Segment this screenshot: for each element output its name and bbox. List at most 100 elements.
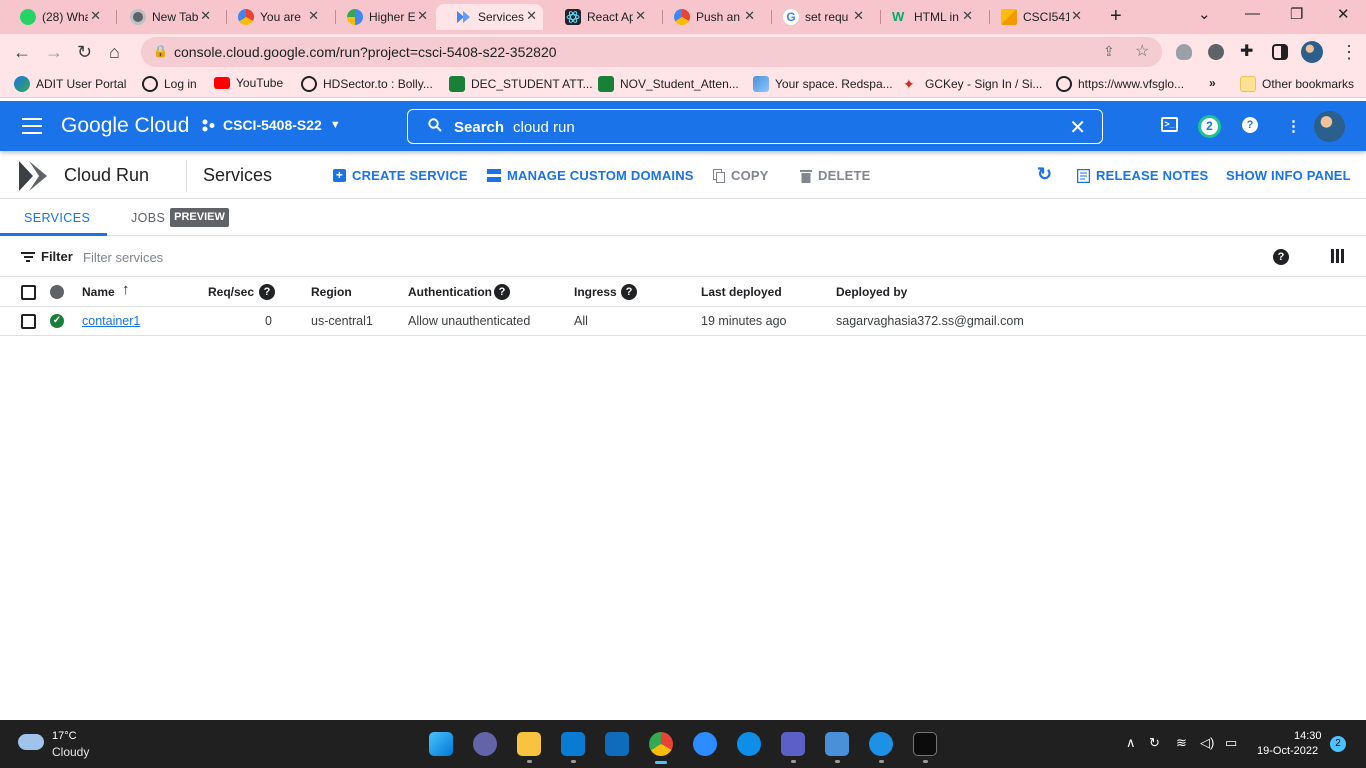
new-tab-icon[interactable]: + [1110,5,1122,28]
clock-date[interactable]: 19-Oct-2022 [1257,745,1318,757]
bookmark-star-icon[interactable]: ☆ [1135,41,1149,61]
close-window-icon[interactable]: ✕ [1337,5,1350,23]
shield-extension-icon[interactable] [1176,44,1192,60]
close-icon[interactable]: ✕ [1071,8,1082,24]
project-picker[interactable]: CSCI-5408-S22 ▼ [202,117,341,133]
battery-icon[interactable]: ▭ [1225,735,1237,751]
close-icon[interactable]: ✕ [200,8,211,24]
browser-tab[interactable]: React Ap ✕ [545,4,652,30]
outlook-icon[interactable] [605,732,629,756]
column-header-ingress[interactable]: Ingress [574,285,617,299]
extension-icon[interactable] [1208,44,1224,60]
browser-tab[interactable]: (28) Wha ✕ [0,4,107,30]
browser-tab[interactable]: New Tab ✕ [110,4,217,30]
wifi-icon[interactable]: ≋ [1176,735,1187,751]
vscode-icon[interactable] [561,732,585,756]
bookmark-item[interactable]: https://www.vfsglo... [1056,76,1184,92]
column-header-authentication[interactable]: Authentication [408,285,492,299]
release-notes-button[interactable]: RELEASE NOTES [1077,168,1208,183]
minimize-icon[interactable]: — [1245,5,1260,22]
teams-chat-icon[interactable] [473,732,497,756]
close-icon[interactable]: ✕ [962,8,973,24]
help-icon[interactable]: ? [259,284,275,300]
row-checkbox[interactable] [21,314,36,329]
chrome-icon[interactable] [649,732,673,764]
console-search[interactable]: Search cloud run ✕ [407,109,1103,144]
browser-tab[interactable]: G set requ ✕ [763,4,870,30]
close-icon[interactable]: ✕ [853,8,864,24]
column-header-req-sec[interactable]: Req/sec [208,285,254,299]
close-icon[interactable]: ✕ [308,8,319,24]
close-icon[interactable]: ✕ [417,8,428,24]
create-service-button[interactable]: + CREATE SERVICE [333,168,468,183]
lock-icon[interactable]: 🔒 [153,44,168,58]
docker-icon[interactable] [869,732,893,756]
google-cloud-logo[interactable]: Google Cloud [61,114,189,138]
user-avatar[interactable] [1314,111,1345,142]
column-header-deployed-by[interactable]: Deployed by [836,285,907,299]
other-bookmarks-folder[interactable]: Other bookmarks [1240,76,1354,92]
share-icon[interactable]: ⇪ [1103,43,1115,60]
bookmark-item[interactable]: ADIT User Portal [14,76,126,92]
bookmark-item[interactable]: Log in [142,76,197,92]
browser-tab[interactable]: Higher E ✕ [327,4,434,30]
notification-count-badge[interactable]: 2 [1330,736,1346,752]
forward-icon[interactable]: → [45,42,63,63]
tab-services[interactable]: SERVICES [24,211,90,225]
weather-condition[interactable]: Cloudy [52,745,89,759]
volume-icon[interactable]: ◁) [1200,735,1214,751]
hamburger-menu-icon[interactable] [22,118,42,134]
cloud-shell-icon[interactable]: >_ [1161,117,1178,132]
help-icon[interactable]: ? [621,284,637,300]
teamviewer-icon[interactable] [737,732,761,756]
profile-avatar[interactable] [1301,41,1323,63]
bookmark-item[interactable]: NOV_Student_Atten... [598,76,739,92]
notifications-badge[interactable]: 2 [1198,115,1221,138]
bookmark-item[interactable]: HDSector.to : Bolly... [301,76,433,92]
bookmark-item[interactable]: ✦ GCKey - Sign In / Si... [903,76,1042,92]
manage-domains-button[interactable]: MANAGE CUSTOM DOMAINS [487,168,694,183]
show-info-panel-button[interactable]: SHOW INFO PANEL [1226,168,1351,183]
browser-menu-icon[interactable]: ⋮ [1340,42,1358,63]
tab-search-icon[interactable]: ⌄ [1198,5,1211,23]
search-query[interactable]: cloud run [513,119,575,136]
browser-tab-active[interactable]: Services ✕ [436,4,543,30]
address-bar[interactable]: 🔒 console.cloud.google.com/run?project=c… [141,37,1162,67]
notepad-icon[interactable] [825,732,849,756]
more-options-icon[interactable]: ⋮ [1286,117,1301,135]
start-menu-icon[interactable] [429,732,453,756]
clock-time[interactable]: 14:30 [1294,730,1322,742]
cloudy-weather-icon[interactable] [18,734,44,750]
sync-icon[interactable]: ↻ [1149,735,1160,751]
close-icon[interactable]: ✕ [635,8,646,24]
browser-tab[interactable]: You are ✕ [218,4,325,30]
copy-button[interactable]: COPY [713,168,769,183]
browser-tab[interactable]: Push an ✕ [654,4,761,30]
side-panel-icon[interactable] [1272,44,1288,60]
column-header-name[interactable]: Name [82,285,115,299]
filter-label[interactable]: Filter [41,249,73,264]
teams-icon[interactable] [781,732,805,756]
reload-icon[interactable]: ↻ [77,42,92,63]
sort-ascending-icon[interactable]: ↑ [122,281,130,298]
close-icon[interactable]: ✕ [744,8,755,24]
bookmark-item[interactable]: YouTube [214,76,283,90]
terminal-icon[interactable] [913,732,937,756]
zoom-icon[interactable] [693,732,717,756]
puzzle-icon[interactable]: ✚ [1240,44,1256,60]
browser-tab[interactable]: W HTML in ✕ [872,4,979,30]
filter-icon[interactable] [21,252,35,262]
bookmark-item[interactable]: DEC_STUDENT ATT... [449,76,593,92]
column-display-options-icon[interactable] [1331,249,1344,263]
more-bookmarks-button[interactable]: » [1209,76,1216,90]
close-icon[interactable]: ✕ [90,8,101,24]
help-icon[interactable]: ? [494,284,510,300]
close-icon[interactable]: ✕ [526,8,537,24]
chevron-up-icon[interactable]: ∧ [1126,735,1136,751]
help-icon[interactable]: ? [1242,117,1258,133]
weather-temperature[interactable]: 17°C [52,730,77,742]
back-icon[interactable]: ← [13,42,31,63]
bookmark-item[interactable]: Your space. Redspa... [753,76,893,92]
file-explorer-icon[interactable] [517,732,541,756]
column-header-last-deployed[interactable]: Last deployed [701,285,782,299]
